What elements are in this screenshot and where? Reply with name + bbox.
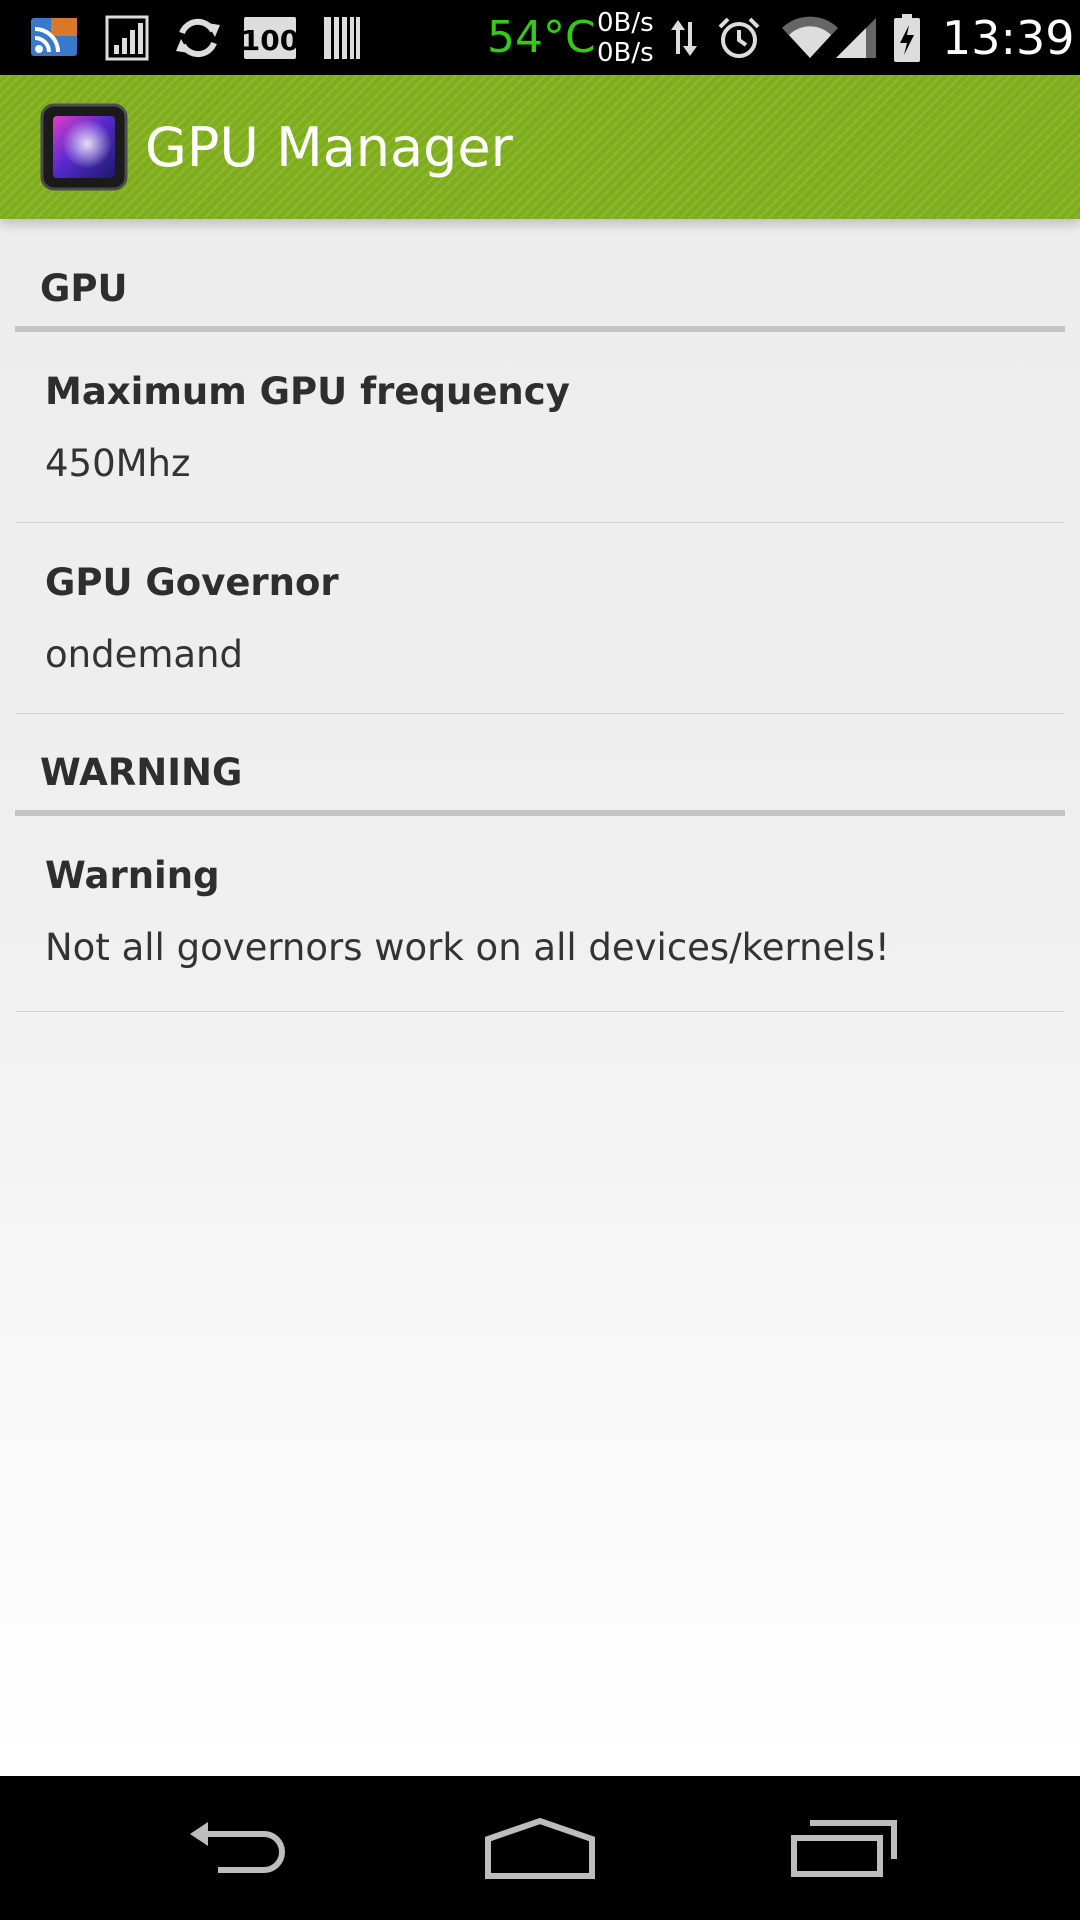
signal-bars-icon [103, 0, 151, 75]
temperature-readout: 54°C [487, 12, 596, 63]
category-title: WARNING [40, 751, 243, 794]
pref-title: Maximum GPU frequency [45, 370, 570, 413]
sync-icon [172, 0, 224, 75]
net-upload-speed: 0B/s [597, 7, 654, 38]
battery-percent-icon: 100 [243, 0, 297, 75]
category-gpu: GPU [15, 219, 1065, 332]
cast-icon [28, 0, 80, 75]
pref-max-gpu-frequency[interactable]: Maximum GPU frequency 450Mhz [15, 332, 1065, 523]
home-icon[interactable] [440, 1776, 640, 1920]
cell-signal-icon [832, 0, 880, 75]
gpu-chip-icon[interactable] [40, 103, 128, 191]
pref-summary: ondemand [45, 633, 243, 676]
pref-gpu-governor[interactable]: GPU Governor ondemand [15, 523, 1065, 714]
barcode-icon [320, 0, 364, 75]
status-clock: 13:39 [942, 10, 1075, 65]
back-icon[interactable] [140, 1776, 340, 1920]
pref-title: Warning [45, 854, 220, 897]
network-speed: 0B/s 0B/s [597, 0, 667, 75]
pref-summary: 450Mhz [45, 442, 191, 485]
category-warning: WARNING [15, 714, 1065, 816]
pref-title: GPU Governor [45, 561, 339, 604]
app-title: GPU Manager [145, 115, 513, 179]
wifi-icon [780, 0, 840, 75]
data-arrows-icon [668, 0, 700, 75]
recents-icon[interactable] [744, 1776, 944, 1920]
alarm-icon [714, 0, 764, 75]
pref-summary: Not all governors work on all devices/ke… [45, 926, 890, 969]
pref-warning[interactable]: Warning Not all governors work on all de… [15, 816, 1065, 1012]
net-download-speed: 0B/s [597, 37, 654, 68]
category-title: GPU [40, 267, 128, 310]
svg-text:100: 100 [243, 24, 297, 57]
navigation-bar [0, 1776, 1080, 1920]
preference-list: GPU Maximum GPU frequency 450Mhz GPU Gov… [0, 219, 1080, 1012]
battery-charging-icon [890, 0, 924, 75]
action-bar: GPU Manager [0, 75, 1080, 219]
status-bar: 100 54°C 0B/s 0B/s 13:39 [0, 0, 1080, 75]
